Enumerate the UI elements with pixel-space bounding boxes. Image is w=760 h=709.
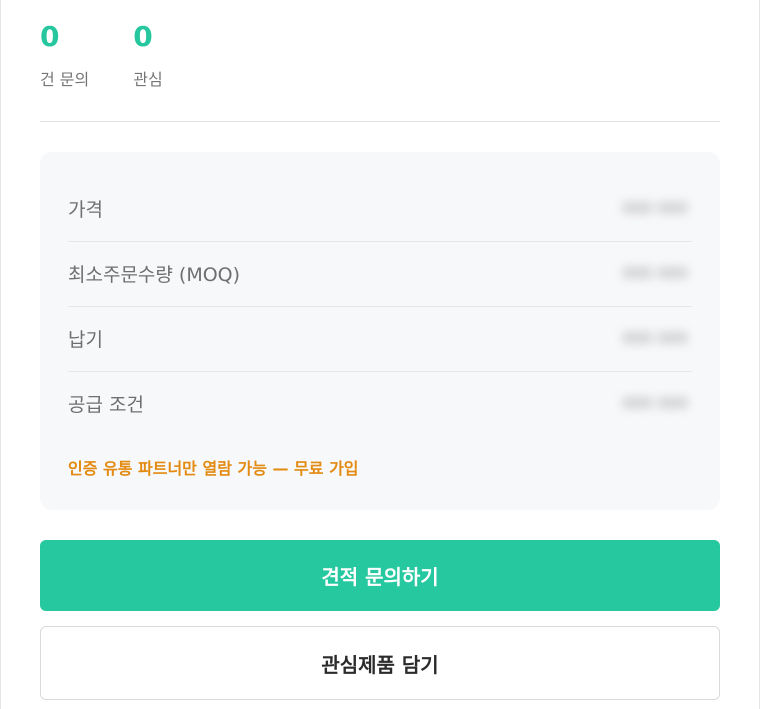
section-divider <box>40 121 720 122</box>
info-row-supply-terms: 공급 조건 000 000 <box>68 371 692 436</box>
stat-interest: 0 관심 <box>133 18 162 90</box>
inquiry-count-label: 건 문의 <box>40 70 90 89</box>
signup-notice-link[interactable]: 인증 유통 파트너만 열람 가능 — 무료 가입 <box>68 455 359 479</box>
product-inquiry-card: 0 건 문의 0 관심 가격 000 000 최소주문수량 (MOQ) 000 … <box>0 0 760 709</box>
moq-value-blurred: 000 000 <box>623 265 688 282</box>
price-label: 가격 <box>68 199 103 221</box>
lead-time-value-blurred: 000 000 <box>623 330 688 347</box>
supply-terms-value-blurred: 000 000 <box>623 395 688 412</box>
stats-bar: 0 건 문의 0 관심 <box>40 18 163 90</box>
request-quote-button[interactable]: 견적 문의하기 <box>40 540 720 611</box>
interest-count: 0 <box>133 20 153 53</box>
info-row-lead-time: 납기 000 000 <box>68 306 692 372</box>
lead-time-label: 납기 <box>68 329 103 351</box>
card-border-left <box>0 0 1 709</box>
inquiry-count: 0 <box>40 20 60 53</box>
price-value-blurred: 000 000 <box>623 200 688 217</box>
add-to-wishlist-button[interactable]: 관심제품 담기 <box>40 626 720 700</box>
interest-count-label: 관심 <box>133 70 163 89</box>
supply-terms-label: 공급 조건 <box>68 394 144 416</box>
info-row-moq: 최소주문수량 (MOQ) 000 000 <box>68 241 692 307</box>
moq-label: 최소주문수량 (MOQ) <box>68 264 241 286</box>
stat-inquiries: 0 건 문의 <box>40 18 89 90</box>
info-row-price: 가격 000 000 <box>68 176 692 242</box>
locked-info-panel: 가격 000 000 최소주문수량 (MOQ) 000 000 납기 000 0… <box>40 152 720 510</box>
